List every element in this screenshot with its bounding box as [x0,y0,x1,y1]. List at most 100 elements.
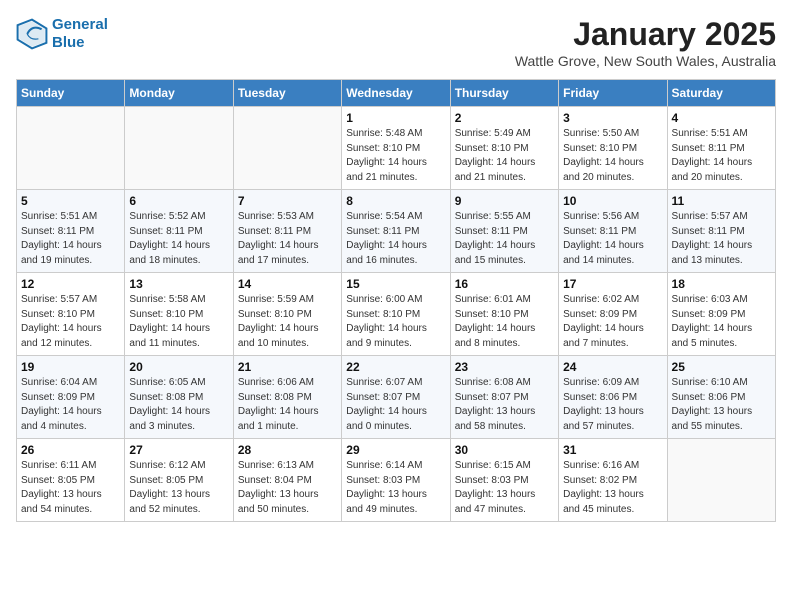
calendar-cell: 13 Sunrise: 5:58 AM Sunset: 8:10 PM Dayli… [125,273,233,356]
day-number: 30 [455,443,554,457]
day-info: Sunrise: 6:09 AM Sunset: 8:06 PM Dayligh… [563,376,662,434]
day-info: Sunrise: 5:49 AM Sunset: 8:10 PM Dayligh… [455,127,554,185]
day-info: Sunrise: 6:14 AM Sunset: 8:03 PM Dayligh… [346,459,445,517]
day-info: Sunrise: 5:53 AM Sunset: 8:11 PM Dayligh… [238,210,337,268]
calendar-cell: 30Sunrise: 6:15 AM Sunset: 8:03 PM Dayli… [450,439,558,522]
day-number: 27 [129,443,228,457]
page-header: General Blue January 2025 Wattle Grove, … [16,16,776,69]
weekday-header-thursday: Thursday [450,80,558,107]
day-info: Sunrise: 5:51 AM Sunset: 8:11 PM Dayligh… [672,127,771,185]
calendar-cell: 1 Sunrise: 5:48 AM Sunset: 8:10 PM Daylig… [342,107,450,190]
calendar-cell: 11Sunrise: 5:57 AM Sunset: 8:11 PM Dayli… [667,190,775,273]
day-info: Sunrise: 6:01 AM Sunset: 8:10 PM Dayligh… [455,293,554,351]
day-info: Sunrise: 5:56 AM Sunset: 8:11 PM Dayligh… [563,210,662,268]
day-number: 25 [672,360,771,374]
day-number: 23 [455,360,554,374]
logo-icon [16,18,48,50]
day-number: 16 [455,277,554,291]
logo: General Blue [16,16,108,52]
day-number: 20 [129,360,228,374]
day-number: 22 [346,360,445,374]
day-info: Sunrise: 6:08 AM Sunset: 8:07 PM Dayligh… [455,376,554,434]
calendar-cell [667,439,775,522]
day-number: 7 [238,194,337,208]
day-number: 31 [563,443,662,457]
day-number: 4 [672,111,771,125]
calendar-week-1: 1 Sunrise: 5:48 AM Sunset: 8:10 PM Daylig… [17,107,776,190]
calendar-cell: 20Sunrise: 6:05 AM Sunset: 8:08 PM Dayli… [125,356,233,439]
location-subtitle: Wattle Grove, New South Wales, Australia [515,53,776,69]
calendar-week-3: 12Sunrise: 5:57 AM Sunset: 8:10 PM Dayli… [17,273,776,356]
calendar-cell: 23 Sunrise: 6:08 AM Sunset: 8:07 PM Dayli… [450,356,558,439]
day-info: Sunrise: 5:52 AM Sunset: 8:11 PM Dayligh… [129,210,228,268]
calendar-cell: 12Sunrise: 5:57 AM Sunset: 8:10 PM Dayli… [17,273,125,356]
calendar-cell: 26 Sunrise: 6:11 AM Sunset: 8:05 PM Dayli… [17,439,125,522]
day-info: Sunrise: 5:48 AM Sunset: 8:10 PM Dayligh… [346,127,445,185]
day-info: Sunrise: 5:55 AM Sunset: 8:11 PM Dayligh… [455,210,554,268]
calendar-cell: 8Sunrise: 5:54 AM Sunset: 8:11 PM Daylig… [342,190,450,273]
weekday-header-wednesday: Wednesday [342,80,450,107]
calendar-cell: 4 Sunrise: 5:51 AM Sunset: 8:11 PM Daylig… [667,107,775,190]
day-info: Sunrise: 6:02 AM Sunset: 8:09 PM Dayligh… [563,293,662,351]
calendar-cell: 18 Sunrise: 6:03 AM Sunset: 8:09 PM Dayli… [667,273,775,356]
calendar-cell: 10 Sunrise: 5:56 AM Sunset: 8:11 PM Dayli… [559,190,667,273]
weekday-header-friday: Friday [559,80,667,107]
calendar-cell: 9 Sunrise: 5:55 AM Sunset: 8:11 PM Daylig… [450,190,558,273]
day-info: Sunrise: 6:04 AM Sunset: 8:09 PM Dayligh… [21,376,120,434]
weekday-header-tuesday: Tuesday [233,80,341,107]
calendar-cell: 28 Sunrise: 6:13 AM Sunset: 8:04 PM Dayli… [233,439,341,522]
calendar-cell: 17 Sunrise: 6:02 AM Sunset: 8:09 PM Dayli… [559,273,667,356]
calendar-cell: 22 Sunrise: 6:07 AM Sunset: 8:07 PM Dayli… [342,356,450,439]
day-info: Sunrise: 5:58 AM Sunset: 8:10 PM Dayligh… [129,293,228,351]
calendar-cell: 16 Sunrise: 6:01 AM Sunset: 8:10 PM Dayli… [450,273,558,356]
day-number: 18 [672,277,771,291]
day-info: Sunrise: 5:57 AM Sunset: 8:10 PM Dayligh… [21,293,120,351]
day-number: 24 [563,360,662,374]
day-number: 8 [346,194,445,208]
calendar-cell: 3Sunrise: 5:50 AM Sunset: 8:10 PM Daylig… [559,107,667,190]
day-number: 10 [563,194,662,208]
day-info: Sunrise: 6:13 AM Sunset: 8:04 PM Dayligh… [238,459,337,517]
day-number: 15 [346,277,445,291]
month-year-title: January 2025 [515,16,776,53]
day-number: 13 [129,277,228,291]
calendar-cell [233,107,341,190]
day-info: Sunrise: 6:07 AM Sunset: 8:07 PM Dayligh… [346,376,445,434]
day-info: Sunrise: 5:57 AM Sunset: 8:11 PM Dayligh… [672,210,771,268]
calendar-table: SundayMondayTuesdayWednesdayThursdayFrid… [16,79,776,522]
day-info: Sunrise: 5:59 AM Sunset: 8:10 PM Dayligh… [238,293,337,351]
weekday-header-row: SundayMondayTuesdayWednesdayThursdayFrid… [17,80,776,107]
calendar-cell: 29Sunrise: 6:14 AM Sunset: 8:03 PM Dayli… [342,439,450,522]
day-number: 28 [238,443,337,457]
day-number: 6 [129,194,228,208]
calendar-cell: 14 Sunrise: 5:59 AM Sunset: 8:10 PM Dayli… [233,273,341,356]
day-number: 26 [21,443,120,457]
calendar-cell: 24 Sunrise: 6:09 AM Sunset: 8:06 PM Dayli… [559,356,667,439]
day-info: Sunrise: 5:50 AM Sunset: 8:10 PM Dayligh… [563,127,662,185]
calendar-cell: 21 Sunrise: 6:06 AM Sunset: 8:08 PM Dayli… [233,356,341,439]
calendar-cell: 5Sunrise: 5:51 AM Sunset: 8:11 PM Daylig… [17,190,125,273]
day-info: Sunrise: 6:11 AM Sunset: 8:05 PM Dayligh… [21,459,120,517]
calendar-cell: 15 Sunrise: 6:00 AM Sunset: 8:10 PM Dayli… [342,273,450,356]
weekday-header-monday: Monday [125,80,233,107]
day-number: 21 [238,360,337,374]
day-number: 5 [21,194,120,208]
calendar-cell: 6 Sunrise: 5:52 AM Sunset: 8:11 PM Daylig… [125,190,233,273]
day-number: 14 [238,277,337,291]
day-number: 9 [455,194,554,208]
day-number: 17 [563,277,662,291]
calendar-week-5: 26 Sunrise: 6:11 AM Sunset: 8:05 PM Dayli… [17,439,776,522]
day-info: Sunrise: 6:00 AM Sunset: 8:10 PM Dayligh… [346,293,445,351]
day-number: 19 [21,360,120,374]
calendar-cell: 25Sunrise: 6:10 AM Sunset: 8:06 PM Dayli… [667,356,775,439]
calendar-cell [125,107,233,190]
title-block: January 2025 Wattle Grove, New South Wal… [515,16,776,69]
logo-text: General Blue [52,16,108,52]
day-number: 1 [346,111,445,125]
weekday-header-sunday: Sunday [17,80,125,107]
calendar-cell: 31Sunrise: 6:16 AM Sunset: 8:02 PM Dayli… [559,439,667,522]
day-info: Sunrise: 6:06 AM Sunset: 8:08 PM Dayligh… [238,376,337,434]
calendar-week-4: 19 Sunrise: 6:04 AM Sunset: 8:09 PM Dayli… [17,356,776,439]
calendar-cell: 2Sunrise: 5:49 AM Sunset: 8:10 PM Daylig… [450,107,558,190]
day-info: Sunrise: 6:03 AM Sunset: 8:09 PM Dayligh… [672,293,771,351]
